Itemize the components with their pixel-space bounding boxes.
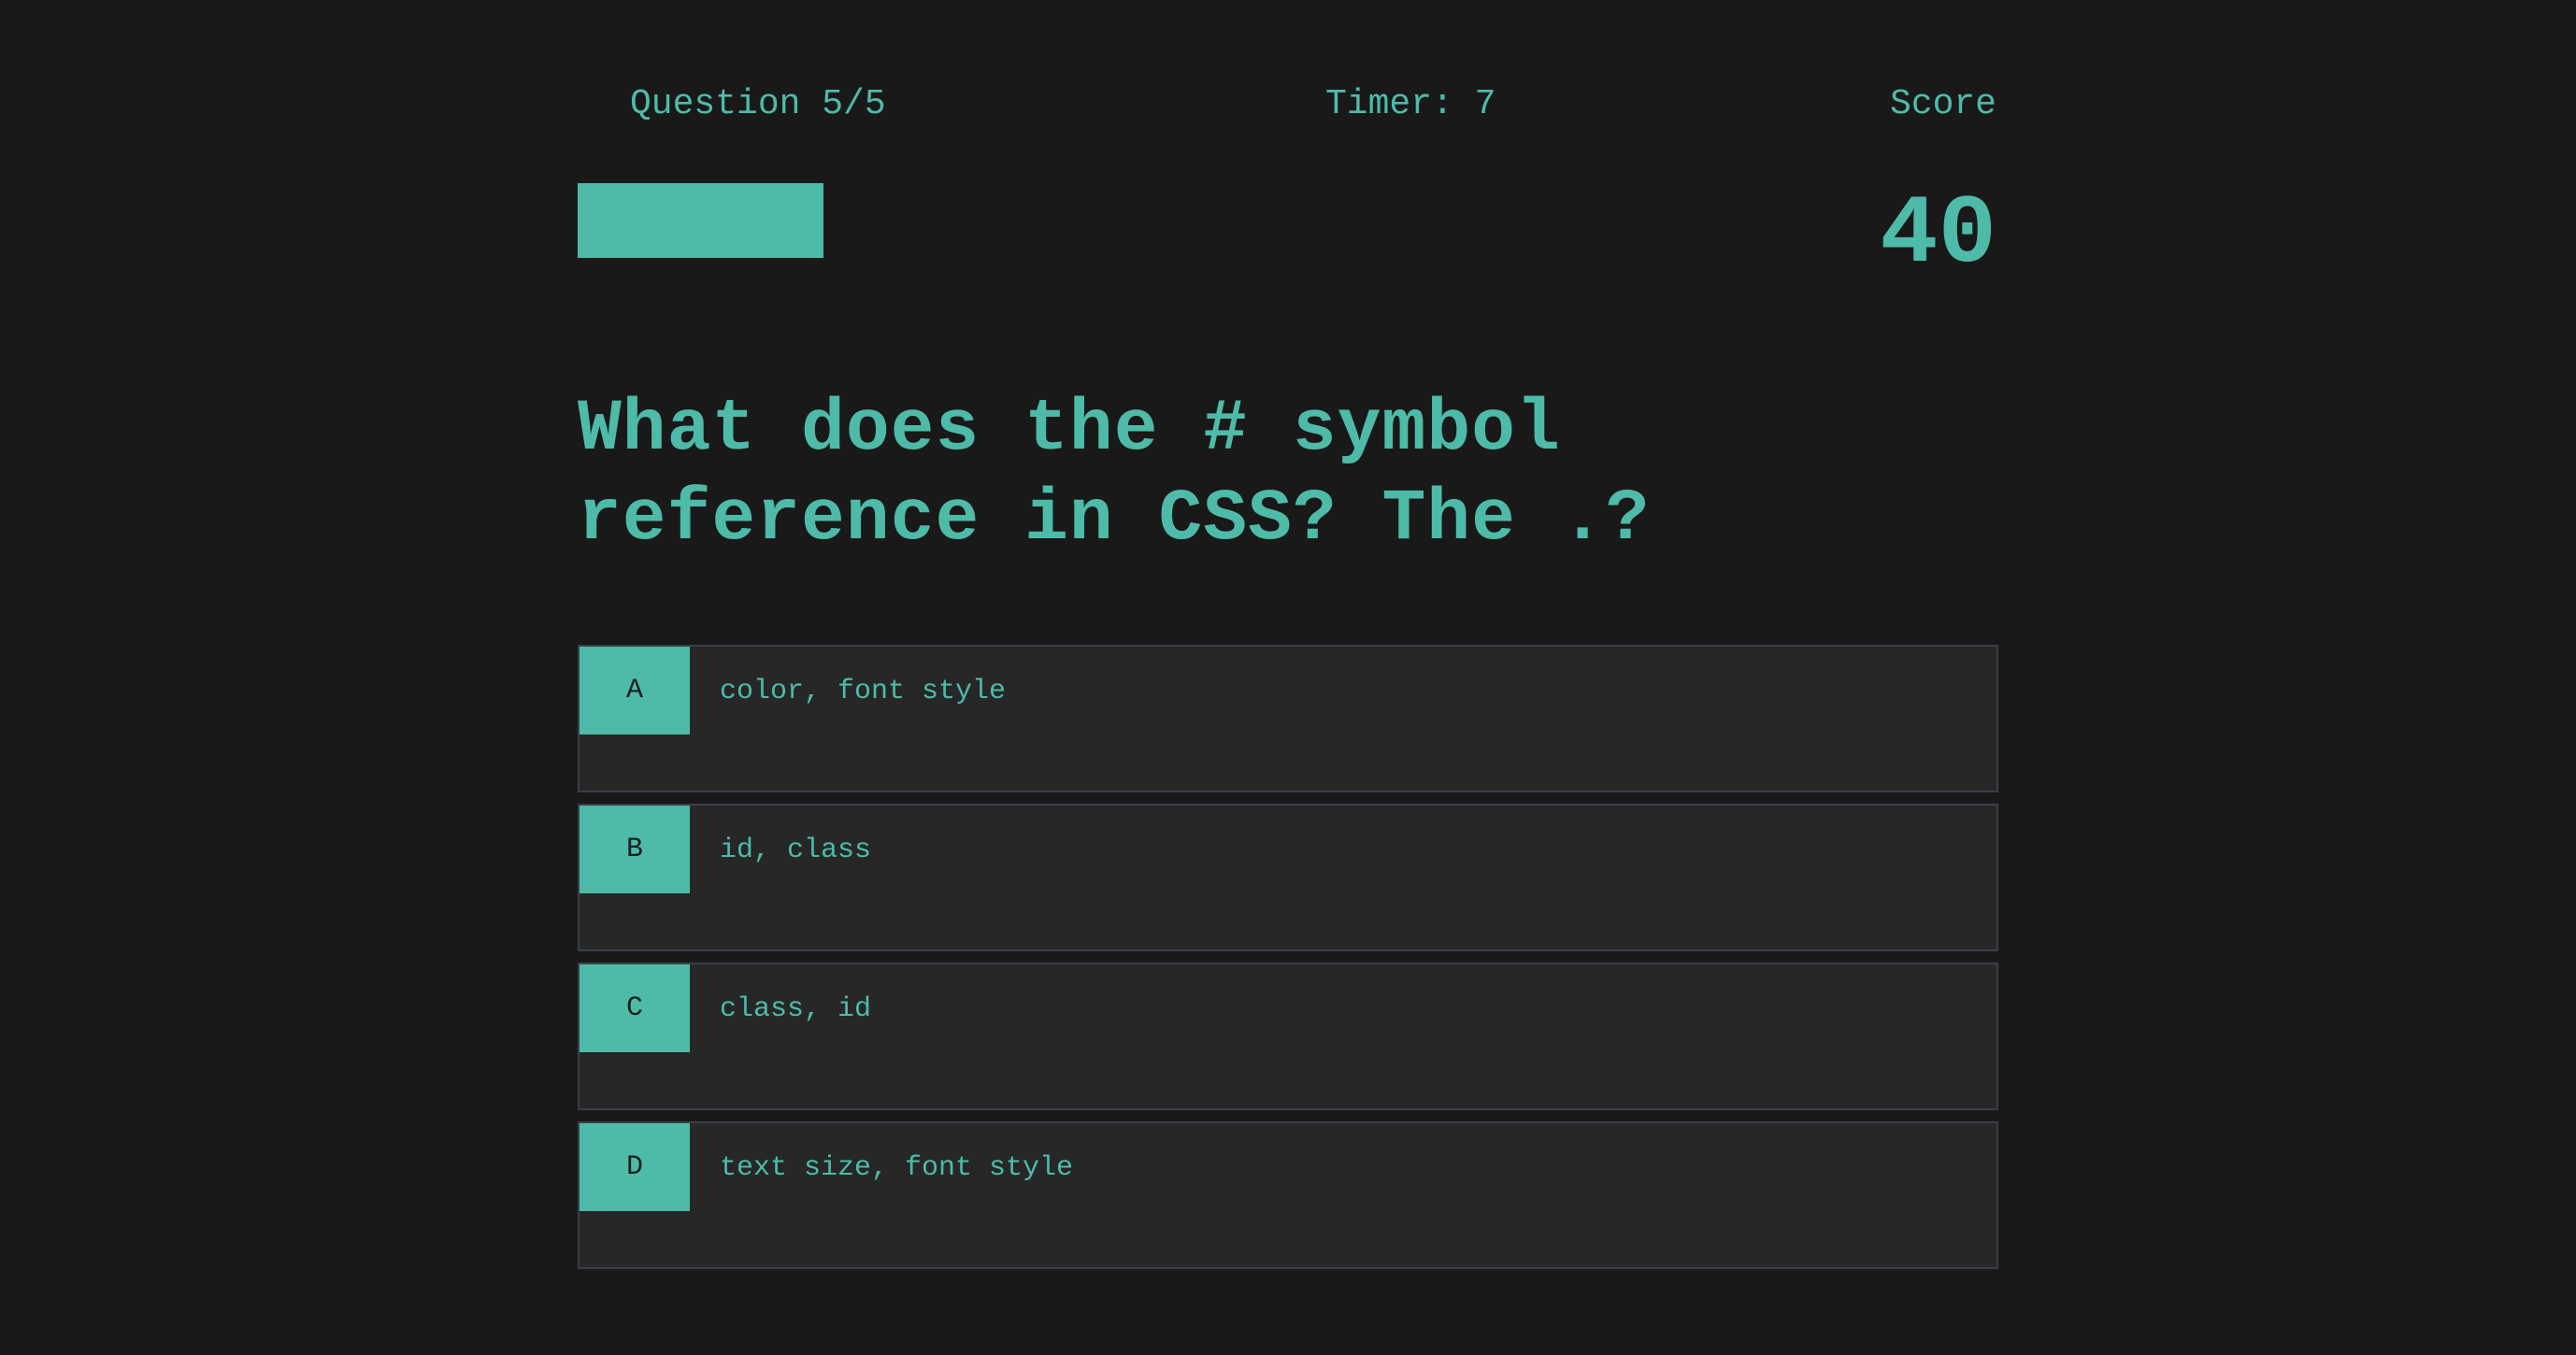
answer-key-c: C [580, 964, 690, 1052]
answer-key-b: B [580, 806, 690, 893]
answer-option-d[interactable]: D text size, font style [578, 1121, 1998, 1269]
answer-text-a: color, font style [720, 676, 1007, 707]
question-text: What does the # symbol reference in CSS?… [578, 389, 1651, 561]
answer-text-d: text size, font style [720, 1152, 1074, 1184]
answer-option-c[interactable]: C class, id [578, 963, 1998, 1110]
answer-key-d: D [580, 1123, 690, 1211]
answer-text-b: id, class [720, 834, 872, 866]
question-counter: Question 5/5 [630, 84, 886, 124]
score-label: Score [1889, 84, 1996, 124]
answer-list: A color, font style B id, class C class,… [578, 645, 1998, 1280]
timer: Timer: 7 [1325, 84, 1496, 124]
answer-key-a: A [580, 647, 690, 735]
answer-option-a[interactable]: A color, font style [578, 645, 1998, 792]
answer-option-b[interactable]: B id, class [578, 804, 1998, 951]
score-value: 40 [1880, 180, 1996, 291]
quiz-container: Question 5/5 Timer: 7 Score 40 What does… [578, 0, 1998, 1355]
progress-fill [578, 183, 824, 258]
progress-bar [578, 183, 1514, 258]
answer-text-c: class, id [720, 993, 872, 1025]
